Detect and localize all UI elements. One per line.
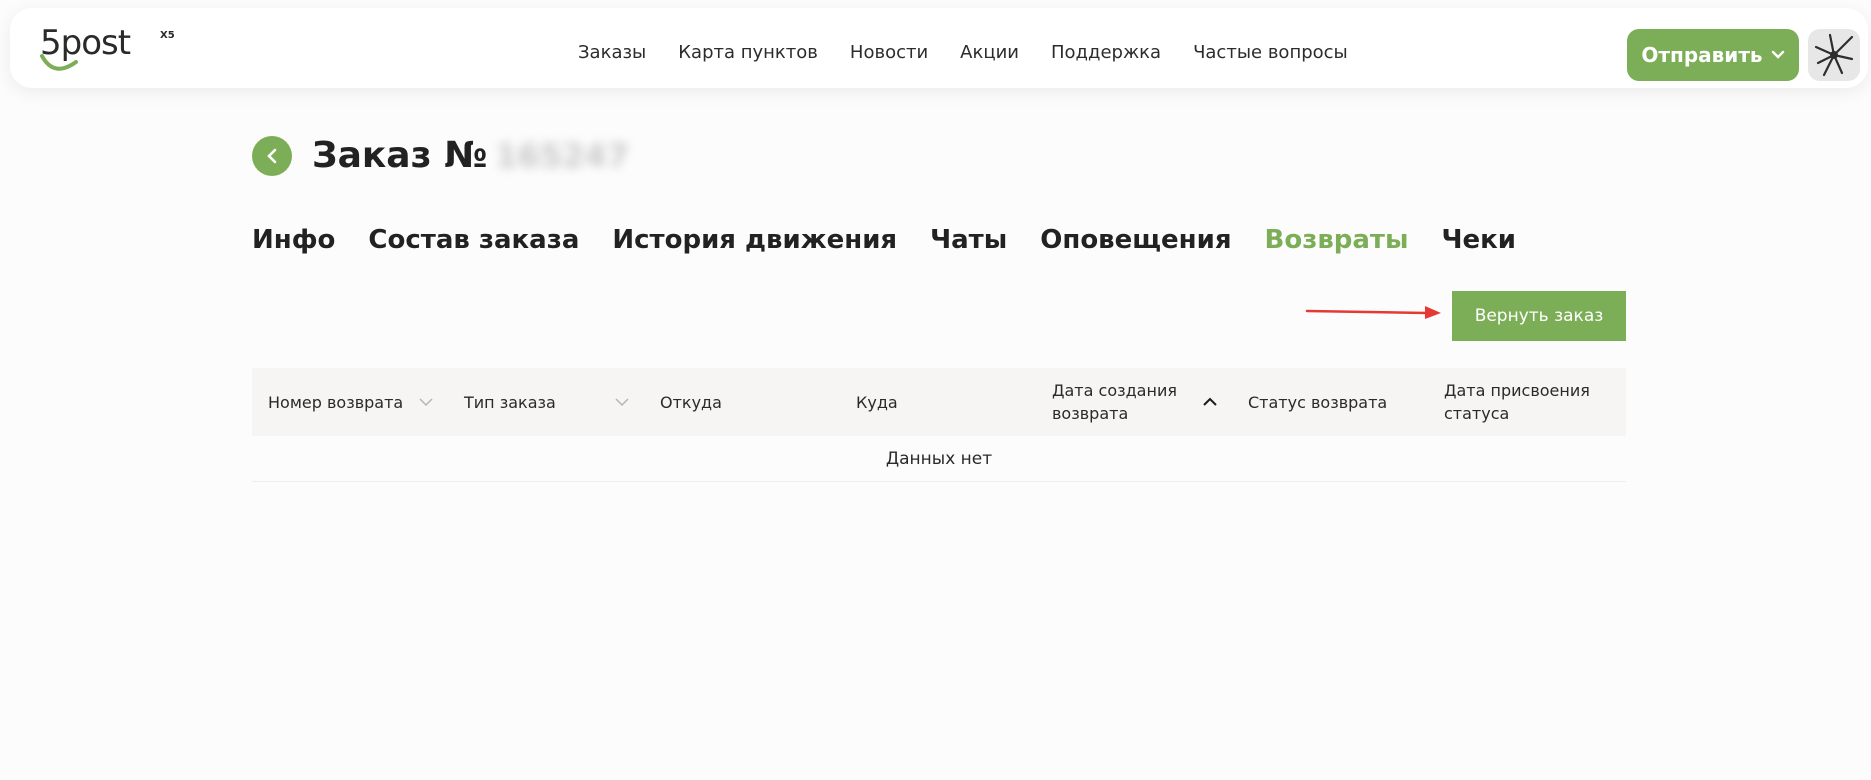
chevron-down-icon [419,398,433,407]
nav-support[interactable]: Поддержка [1051,36,1161,70]
column-order-type[interactable]: Тип заказа [448,368,644,436]
column-label: Статус возврата [1248,392,1388,412]
nav-faq[interactable]: Частые вопросы [1193,36,1348,70]
page-title-text: Заказ № [312,135,488,176]
tab-notifications[interactable]: Оповещения [1040,220,1231,260]
returns-table-header: Номер возврата Тип заказа Откуда Куда Да… [252,368,1626,436]
empty-text: Данных нет [885,448,993,469]
nav-points-map[interactable]: Карта пунктов [678,36,818,70]
nav-promotions[interactable]: Акции [960,36,1019,70]
column-label: Куда [856,392,898,412]
send-button-label: Отправить [1641,43,1763,67]
red-arrow-annotation [1305,306,1441,319]
back-button[interactable] [252,136,292,176]
avatar-star-icon [1814,33,1854,77]
empty-table-message: Данных нет [252,436,1626,482]
return-order-button[interactable]: Вернуть заказ [1452,291,1626,341]
chevron-up-icon [1203,397,1217,406]
column-to: Куда [840,368,1036,436]
order-number: 165247 [495,137,629,175]
main-nav: Заказы Карта пунктов Новости Акции Подде… [578,36,1348,70]
tab-receipts[interactable]: Чеки [1442,220,1517,260]
send-button[interactable]: Отправить [1627,29,1799,81]
column-label: Номер возврата [268,392,404,412]
chevron-down-icon [1771,50,1784,59]
chevron-left-icon [267,148,277,164]
logo-arc-icon [40,54,78,71]
page-title: Заказ № 165247 [312,132,629,180]
nav-news[interactable]: Новости [850,36,928,70]
column-label: Откуда [660,392,722,412]
tab-info[interactable]: Инфо [252,220,335,260]
column-label: Тип заказа [464,392,556,412]
top-header: 5post X5 Заказы Карта пунктов Новости Ак… [10,8,1868,88]
logo[interactable]: 5post X5 [40,22,190,80]
tab-chats[interactable]: Чаты [930,220,1007,260]
column-return-status: Статус возврата [1232,368,1428,436]
chevron-down-icon [615,398,629,407]
order-tabs: Инфо Состав заказа История движения Чаты… [252,220,1516,260]
nav-orders[interactable]: Заказы [578,36,646,70]
tab-returns[interactable]: Возвраты [1265,220,1409,260]
return-order-button-label: Вернуть заказ [1474,306,1604,326]
logo-badge: X5 [160,30,175,41]
column-label: Дата создания возврата [1052,381,1177,423]
tab-movement-history[interactable]: История движения [612,220,897,260]
avatar[interactable] [1808,29,1860,81]
column-from: Откуда [644,368,840,436]
column-label: Дата присвоения статуса [1444,381,1590,423]
tab-order-contents[interactable]: Состав заказа [368,220,579,260]
column-return-created-date[interactable]: Дата создания возврата [1036,368,1232,436]
column-return-number[interactable]: Номер возврата [252,368,448,436]
column-status-date: Дата присвоения статуса [1428,368,1626,436]
